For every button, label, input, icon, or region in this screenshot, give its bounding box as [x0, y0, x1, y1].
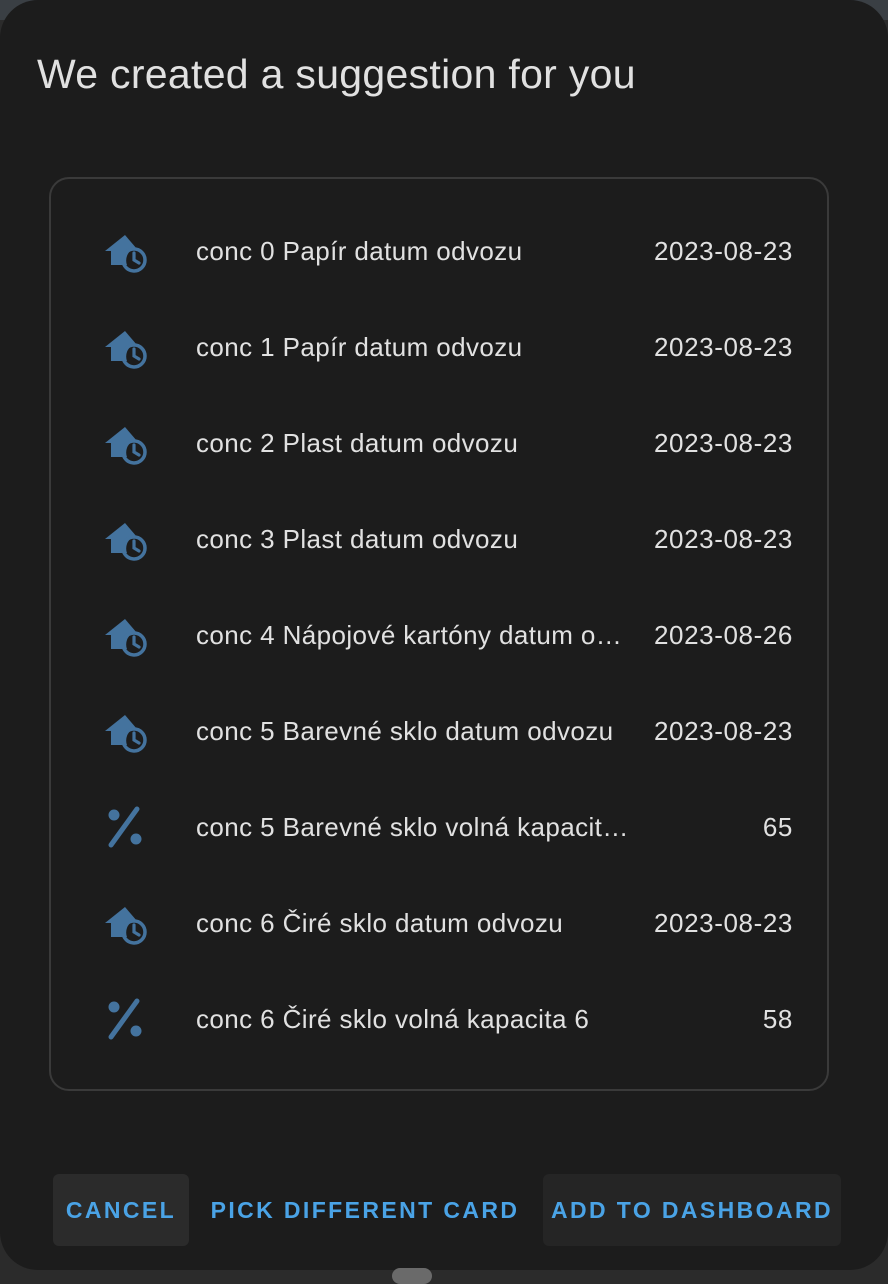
entity-name: conc 3 Plast datum odvozu — [196, 523, 519, 554]
entity-state: 2023-08-23 — [654, 907, 793, 938]
add-to-dashboard-button[interactable]: ADD TO DASHBOARD — [543, 1174, 841, 1246]
entity-name: conc 1 Papír datum odvozu — [196, 331, 523, 362]
entity-state: 2023-08-23 — [654, 235, 793, 266]
entity-state: 2023-08-23 — [654, 523, 793, 554]
cancel-button[interactable]: CANCEL — [53, 1174, 189, 1246]
entity-name: conc 4 Nápojové kartóny datum odvozu — [196, 619, 634, 650]
home-clock-icon — [101, 227, 149, 275]
entity-state: 2023-08-26 — [654, 619, 793, 650]
home-clock-icon — [101, 611, 149, 659]
entities-card: conc 0 Papír datum odvozu 2023-08-23 conc … — [49, 177, 829, 1091]
scroll-handle[interactable] — [392, 1268, 432, 1284]
entity-state: 2023-08-23 — [654, 331, 793, 362]
dialog-actions: CANCEL PICK DIFFERENT CARD ADD TO DASHBO… — [0, 1174, 888, 1246]
entity-name: conc 5 Barevné sklo datum odvozu — [196, 715, 614, 746]
home-clock-icon — [101, 899, 149, 947]
entity-row[interactable]: conc 1 Papír datum odvozu 2023-08-23 — [51, 299, 827, 395]
pick-different-card-button[interactable]: PICK DIFFERENT CARD — [205, 1174, 525, 1246]
home-clock-icon — [101, 515, 149, 563]
entity-row[interactable]: conc 5 Barevné sklo datum odvozu 2023-08-… — [51, 683, 827, 779]
entity-row[interactable]: conc 3 Plast datum odvozu 2023-08-23 — [51, 491, 827, 587]
percent-icon — [101, 995, 149, 1043]
entity-list: conc 0 Papír datum odvozu 2023-08-23 conc … — [51, 203, 827, 1067]
entity-name: conc 5 Barevné sklo volná kapacita 5 — [196, 811, 634, 842]
home-clock-icon — [101, 323, 149, 371]
entity-row[interactable]: conc 5 Barevné sklo volná kapacita 5 65 — [51, 779, 827, 875]
entity-row[interactable]: conc 2 Plast datum odvozu 2023-08-23 — [51, 395, 827, 491]
entity-row[interactable]: conc 0 Papír datum odvozu 2023-08-23 — [51, 203, 827, 299]
entity-state: 2023-08-23 — [654, 427, 793, 458]
entity-name: conc 0 Papír datum odvozu — [196, 235, 523, 266]
entity-row[interactable]: conc 6 Čiré sklo volná kapacita 6 58 — [51, 971, 827, 1067]
entity-state: 2023-08-23 — [654, 715, 793, 746]
dialog-title: We created a suggestion for you — [37, 51, 636, 97]
home-clock-icon — [101, 419, 149, 467]
suggestion-dialog: We created a suggestion for you conc 0 P… — [0, 0, 888, 1270]
entity-name: conc 6 Čiré sklo datum odvozu — [196, 907, 564, 938]
percent-icon — [101, 803, 149, 851]
entity-state: 65 — [762, 811, 793, 842]
home-clock-icon — [101, 707, 149, 755]
entity-name: conc 6 Čiré sklo volná kapacita 6 — [196, 1003, 590, 1034]
entity-name: conc 2 Plast datum odvozu — [196, 427, 519, 458]
entity-state: 58 — [762, 1003, 793, 1034]
entity-row[interactable]: conc 6 Čiré sklo datum odvozu 2023-08-23 — [51, 875, 827, 971]
entity-row[interactable]: conc 4 Nápojové kartóny datum odvozu 2023… — [51, 587, 827, 683]
